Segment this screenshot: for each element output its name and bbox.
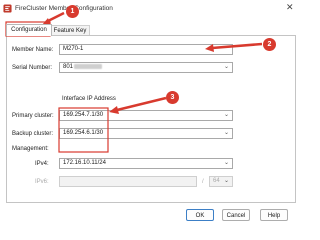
tab-configuration[interactable]: Configuration: [6, 24, 52, 36]
callout-badge-2: 2: [263, 38, 276, 51]
arrow-2-shaft: [211, 42, 263, 50]
arrow-3-shaft: [116, 96, 167, 112]
arrow-2-head: [205, 44, 214, 52]
arrow-3-head: [109, 106, 119, 114]
highlight-cluster-fields: [58, 107, 109, 153]
callout-badge-3: 3: [166, 91, 179, 104]
callout-badge-1: 1: [66, 5, 79, 18]
